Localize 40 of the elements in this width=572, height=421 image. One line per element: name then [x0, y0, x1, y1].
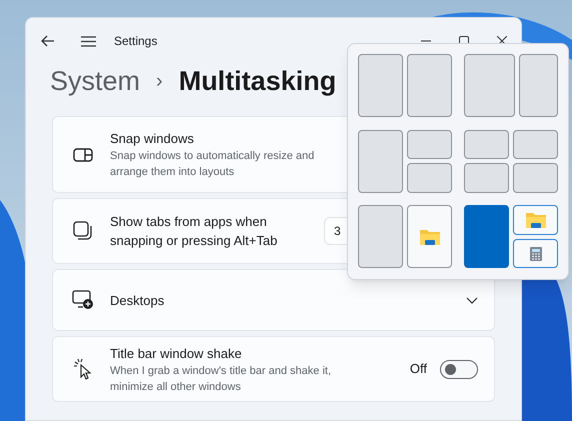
breadcrumb-separator: ›: [156, 69, 163, 94]
setting-card[interactable]: Title bar window shake When I grab a window's title bar and shake it, minimize all other windows Off: [52, 336, 495, 402]
dropdown[interactable]: 3: [324, 217, 348, 245]
folder-icon: [418, 228, 440, 246]
toggle-state-label: Off: [410, 360, 427, 378]
window-title: Settings: [114, 33, 158, 50]
desktop-add-icon: [72, 289, 94, 311]
page-title: Multitasking: [178, 64, 336, 98]
snap-zone[interactable]: [407, 130, 452, 160]
snap-zone[interactable]: [358, 205, 403, 268]
menu-icon[interactable]: [81, 36, 96, 46]
snap-window-icon: [73, 148, 93, 162]
snap-zone[interactable]: [407, 205, 452, 268]
toggle-switch[interactable]: [440, 360, 478, 378]
setting-title: Desktops: [110, 292, 164, 310]
snap-zone[interactable]: [358, 54, 403, 117]
setting-card[interactable]: Desktops: [52, 269, 495, 331]
snap-zone[interactable]: [407, 163, 452, 193]
snap-zone[interactable]: [513, 238, 558, 268]
setting-description: When I grab a window's title bar and shake it, minimize all other windows: [110, 364, 332, 394]
snap-zone[interactable]: [513, 130, 558, 160]
snap-zone[interactable]: [407, 54, 452, 117]
calculator-icon: [530, 246, 542, 261]
setting-description: Snap windows to automatically resize and arrange them into layouts: [110, 149, 316, 180]
snap-zone[interactable]: [513, 205, 558, 235]
snap-zone[interactable]: [518, 54, 558, 117]
setting-title: Show tabs from apps when snapping or pressing Alt+Tab: [110, 213, 278, 250]
folder-icon: [524, 211, 546, 230]
chevron-icon[interactable]: [466, 296, 478, 304]
setting-title: Title bar window shake: [110, 344, 243, 362]
stacked-windows-icon: [73, 221, 93, 241]
back-icon[interactable]: [41, 35, 55, 47]
cursor-shake-icon: [73, 358, 93, 380]
setting-title: Snap windows: [110, 130, 195, 148]
breadcrumb-link[interactable]: System: [50, 60, 140, 102]
snap-zone[interactable]: [464, 130, 509, 160]
snap-zone[interactable]: [513, 163, 558, 193]
snap-zone[interactable]: [464, 54, 515, 117]
snap-zone[interactable]: [464, 163, 509, 193]
snap-zone[interactable]: [358, 130, 403, 193]
